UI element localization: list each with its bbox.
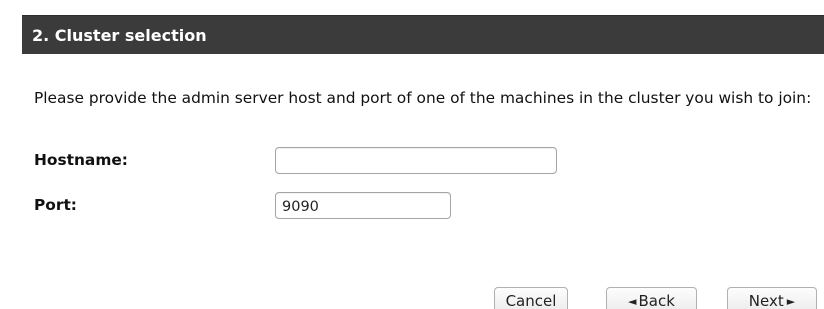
cancel-button-label: Cancel <box>505 292 557 309</box>
next-button-label: Next <box>748 292 784 309</box>
back-button[interactable]: ◄ Back <box>606 287 697 309</box>
next-button[interactable]: Next ► <box>727 287 817 309</box>
hostname-label: Hostname: <box>34 151 128 169</box>
section-title: 2. Cluster selection <box>32 26 207 45</box>
intro-text: Please provide the admin server host and… <box>34 89 812 107</box>
port-input[interactable] <box>275 192 451 219</box>
cancel-button[interactable]: Cancel <box>494 287 568 309</box>
hostname-input[interactable] <box>275 147 557 174</box>
cluster-selection-page: 2. Cluster selection Please provide the … <box>0 0 824 309</box>
back-button-label: Back <box>638 292 675 309</box>
triangle-left-icon: ◄ <box>628 295 637 308</box>
section-header: 2. Cluster selection <box>22 15 824 54</box>
port-label: Port: <box>34 196 77 214</box>
triangle-right-icon: ► <box>786 295 796 308</box>
